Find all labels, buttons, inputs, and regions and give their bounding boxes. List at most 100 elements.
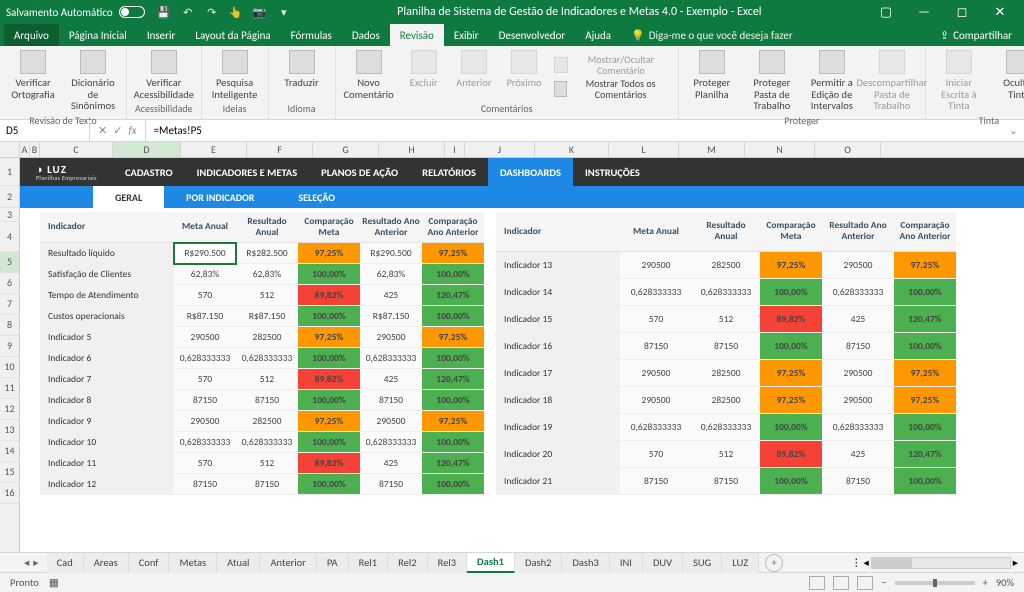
col-L[interactable]: L: [609, 142, 679, 157]
view-page-break-icon[interactable]: [857, 576, 873, 590]
cell[interactable]: 0,628333333: [822, 279, 894, 306]
sheet-next-icon[interactable]: ▸: [33, 556, 38, 569]
col-C[interactable]: C: [40, 142, 113, 157]
cell[interactable]: 89,82%: [298, 453, 360, 474]
cell[interactable]: 87150: [174, 390, 236, 411]
cell[interactable]: 97,25%: [894, 252, 956, 279]
cell[interactable]: 290500: [360, 411, 422, 432]
sheet-rel2[interactable]: Rel2: [388, 553, 427, 573]
zoom-out-icon[interactable]: −: [881, 576, 886, 589]
cell[interactable]: 425: [360, 285, 422, 306]
cell[interactable]: 87150: [174, 474, 236, 495]
sheet-metas[interactable]: Metas: [169, 553, 217, 573]
prev-comment-button[interactable]: Anterior: [454, 50, 494, 89]
cell[interactable]: R$290.500: [360, 243, 422, 264]
cell[interactable]: 100,00%: [422, 348, 484, 369]
cell[interactable]: Indicador 17: [496, 360, 620, 387]
nav-cadastro[interactable]: CADASTRO: [113, 158, 185, 186]
grid[interactable]: ◑ LUZPlanilhas Empresariais CADASTROINDI…: [20, 158, 1024, 552]
cell[interactable]: 290500: [822, 252, 894, 279]
scroll-right-icon[interactable]: ▸: [1013, 556, 1018, 569]
cell[interactable]: 89,82%: [760, 306, 822, 333]
cell[interactable]: Indicador 11: [40, 453, 174, 474]
cell[interactable]: 100,00%: [422, 306, 484, 327]
cell[interactable]: 97,25%: [298, 243, 360, 264]
row-2[interactable]: 2: [0, 186, 19, 208]
view-page-layout-icon[interactable]: [833, 576, 849, 590]
tell-me-search[interactable]: 💡 Diga-me o que você deseja fazer: [631, 29, 793, 42]
zoom-level[interactable]: 90%: [996, 576, 1014, 589]
cell[interactable]: 512: [236, 285, 298, 306]
cell[interactable]: 512: [692, 306, 760, 333]
cell[interactable]: 87150: [236, 474, 298, 495]
cell[interactable]: 100,00%: [298, 264, 360, 285]
cell[interactable]: 290500: [360, 327, 422, 348]
cell[interactable]: 0,628333333: [692, 414, 760, 441]
hide-ink-button[interactable]: Ocultar Tinta: [994, 50, 1024, 100]
cell[interactable]: 120,47%: [422, 285, 484, 306]
cell[interactable]: 0,628333333: [620, 279, 692, 306]
tab-desenvolvedor[interactable]: Desenvolvedor: [489, 24, 576, 46]
close-button[interactable]: ✕: [982, 0, 1018, 24]
add-sheet-button[interactable]: +: [765, 554, 783, 572]
row-9[interactable]: 9: [0, 336, 19, 357]
unshare-workbook-button[interactable]: Descompartilhar Pasta de Trabalho: [867, 50, 917, 112]
nav-instruções[interactable]: INSTRUÇÕES: [573, 158, 652, 186]
tab-revisão[interactable]: Revisão: [390, 24, 444, 46]
translate-button[interactable]: Traduzir: [277, 50, 327, 89]
cell[interactable]: Indicador 8: [40, 390, 174, 411]
cell[interactable]: Indicador 7: [40, 369, 174, 390]
share-button[interactable]: ⇪ Compartilhar: [940, 29, 1020, 42]
tab-inserir[interactable]: Inserir: [137, 24, 186, 46]
cell[interactable]: R$282.500: [236, 243, 298, 264]
cell[interactable]: 100,00%: [894, 468, 956, 495]
cell[interactable]: Indicador 12: [40, 474, 174, 495]
row-4[interactable]: 4: [0, 222, 19, 252]
next-comment-button[interactable]: Próximo: [504, 50, 544, 89]
cell[interactable]: 100,00%: [298, 306, 360, 327]
cell[interactable]: 97,25%: [422, 411, 484, 432]
cell[interactable]: Indicador 15: [496, 306, 620, 333]
name-box[interactable]: D5: [0, 120, 90, 141]
subtab-geral[interactable]: GERAL: [93, 186, 164, 208]
nav-indicadores-e-metas[interactable]: INDICADORES E METAS: [185, 158, 310, 186]
cell[interactable]: 100,00%: [760, 468, 822, 495]
col-I[interactable]: I: [445, 142, 465, 157]
cell[interactable]: Indicador 9: [40, 411, 174, 432]
row-12[interactable]: 12: [0, 399, 19, 420]
subtab-seleção[interactable]: SELEÇÃO: [276, 186, 357, 208]
cell[interactable]: R$87.150: [236, 306, 298, 327]
cell[interactable]: Indicador 13: [496, 252, 620, 279]
cell[interactable]: 97,25%: [760, 360, 822, 387]
cell[interactable]: Indicador 19: [496, 414, 620, 441]
subtab-por indicador[interactable]: POR INDICADOR: [164, 186, 276, 208]
tab-página-inicial[interactable]: Página Inicial: [59, 24, 137, 46]
cell[interactable]: 0,628333333: [236, 348, 298, 369]
cell[interactable]: 120,47%: [894, 306, 956, 333]
view-normal-icon[interactable]: [809, 576, 825, 590]
cell[interactable]: 290500: [822, 387, 894, 414]
cell[interactable]: 0,628333333: [620, 414, 692, 441]
col-K[interactable]: K: [535, 142, 609, 157]
cell[interactable]: Indicador 10: [40, 432, 174, 453]
row-10[interactable]: 10: [0, 357, 19, 378]
cell[interactable]: 97,25%: [894, 387, 956, 414]
cell[interactable]: 100,00%: [760, 279, 822, 306]
cell[interactable]: 97,25%: [760, 387, 822, 414]
fx-icon[interactable]: fx: [128, 124, 136, 137]
cell[interactable]: 290500: [620, 387, 692, 414]
cell[interactable]: R$290.500: [174, 243, 236, 264]
sheet-luz[interactable]: LUZ: [722, 553, 759, 573]
tab-exibir[interactable]: Exibir: [444, 24, 489, 46]
accessibility-button[interactable]: Verificar Acessibilidade: [139, 50, 189, 100]
thesaurus-button[interactable]: Dicionário de Sinônimos: [68, 50, 118, 112]
cell[interactable]: 100,00%: [298, 390, 360, 411]
sheet-sug[interactable]: SUG: [683, 553, 722, 573]
cell[interactable]: 87150: [822, 333, 894, 360]
cell[interactable]: 97,25%: [422, 243, 484, 264]
zoom-in-icon[interactable]: +: [983, 576, 988, 589]
sheet-areas[interactable]: Areas: [84, 553, 129, 573]
cell[interactable]: 87150: [692, 468, 760, 495]
row-3[interactable]: 3: [0, 208, 19, 222]
row-5[interactable]: 5: [0, 252, 19, 273]
